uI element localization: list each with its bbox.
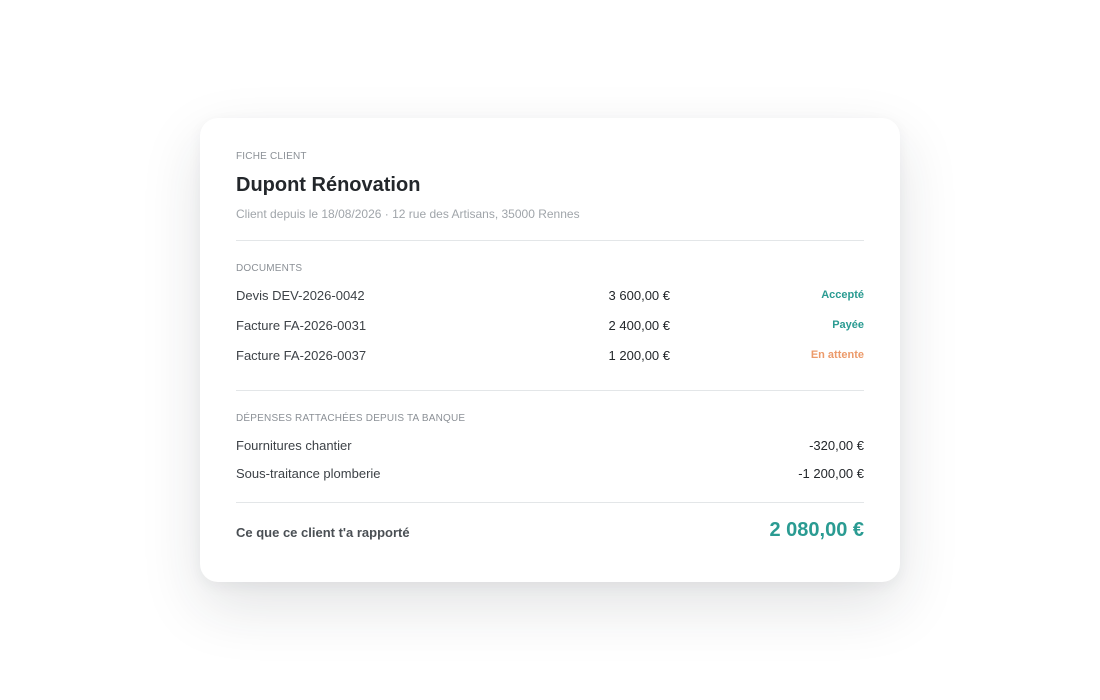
client-card: FICHE CLIENT Dupont Rénovation Client de…: [200, 118, 900, 582]
expense-label: Fournitures chantier: [236, 438, 352, 453]
expense-amount: -1 200,00 €: [798, 466, 864, 481]
divider: [236, 502, 864, 503]
document-row[interactable]: Facture FA-2026-0031 2 400,00 € Payée: [236, 318, 864, 336]
document-label: Facture FA-2026-0037: [236, 348, 367, 363]
document-label: Devis DEV-2026-0042: [236, 288, 365, 303]
client-subtitle: Client depuis le 18/08/2026 · 12 rue des…: [236, 207, 580, 221]
status-badge: En attente: [810, 349, 864, 361]
status-badge: Payée: [832, 319, 864, 331]
client-name: Dupont Rénovation: [236, 174, 421, 196]
page-stage: FICHE CLIENT Dupont Rénovation Client de…: [0, 0, 1100, 700]
total-value: 2 080,00 €: [769, 519, 864, 541]
total-label: Ce que ce client t'a rapporté: [236, 525, 410, 540]
divider: [236, 390, 864, 391]
document-label: Facture FA-2026-0031: [236, 318, 367, 333]
expense-row[interactable]: Sous-traitance plomberie -1 200,00 €: [236, 466, 864, 484]
expenses-heading: DÉPENSES RATTACHÉES DEPUIS TA BANQUE: [236, 413, 466, 424]
document-row[interactable]: Devis DEV-2026-0042 3 600,00 € Accepté: [236, 288, 864, 306]
divider: [236, 240, 864, 241]
document-amount: 3 600,00 €: [608, 288, 670, 303]
expense-amount: -320,00 €: [809, 438, 864, 453]
status-badge: Accepté: [821, 289, 864, 301]
document-row[interactable]: Facture FA-2026-0037 1 200,00 € En atten…: [236, 348, 864, 366]
expense-label: Sous-traitance plomberie: [236, 466, 381, 481]
expense-row[interactable]: Fournitures chantier -320,00 €: [236, 438, 864, 456]
documents-heading: DOCUMENTS: [236, 263, 303, 274]
document-amount: 1 200,00 €: [608, 348, 670, 363]
card-eyebrow: FICHE CLIENT: [236, 151, 307, 162]
document-amount: 2 400,00 €: [608, 318, 670, 333]
